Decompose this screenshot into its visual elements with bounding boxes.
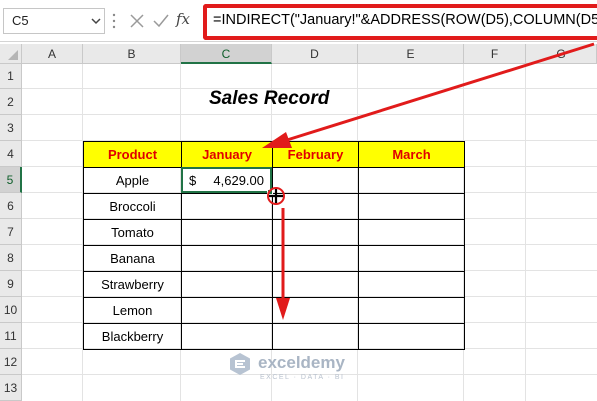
exceldemy-logo-icon: [230, 353, 250, 375]
fill-handle-cursor-icon: [269, 189, 283, 203]
drag-arrowhead: [276, 298, 290, 320]
formula-arrowhead: [262, 132, 292, 148]
annotation-arrows: [262, 42, 595, 320]
watermark-name: exceldemy: [258, 353, 345, 372]
formula-arrow-line: [286, 42, 595, 142]
watermark-tagline: EXCEL · DATA · BI: [260, 374, 345, 381]
